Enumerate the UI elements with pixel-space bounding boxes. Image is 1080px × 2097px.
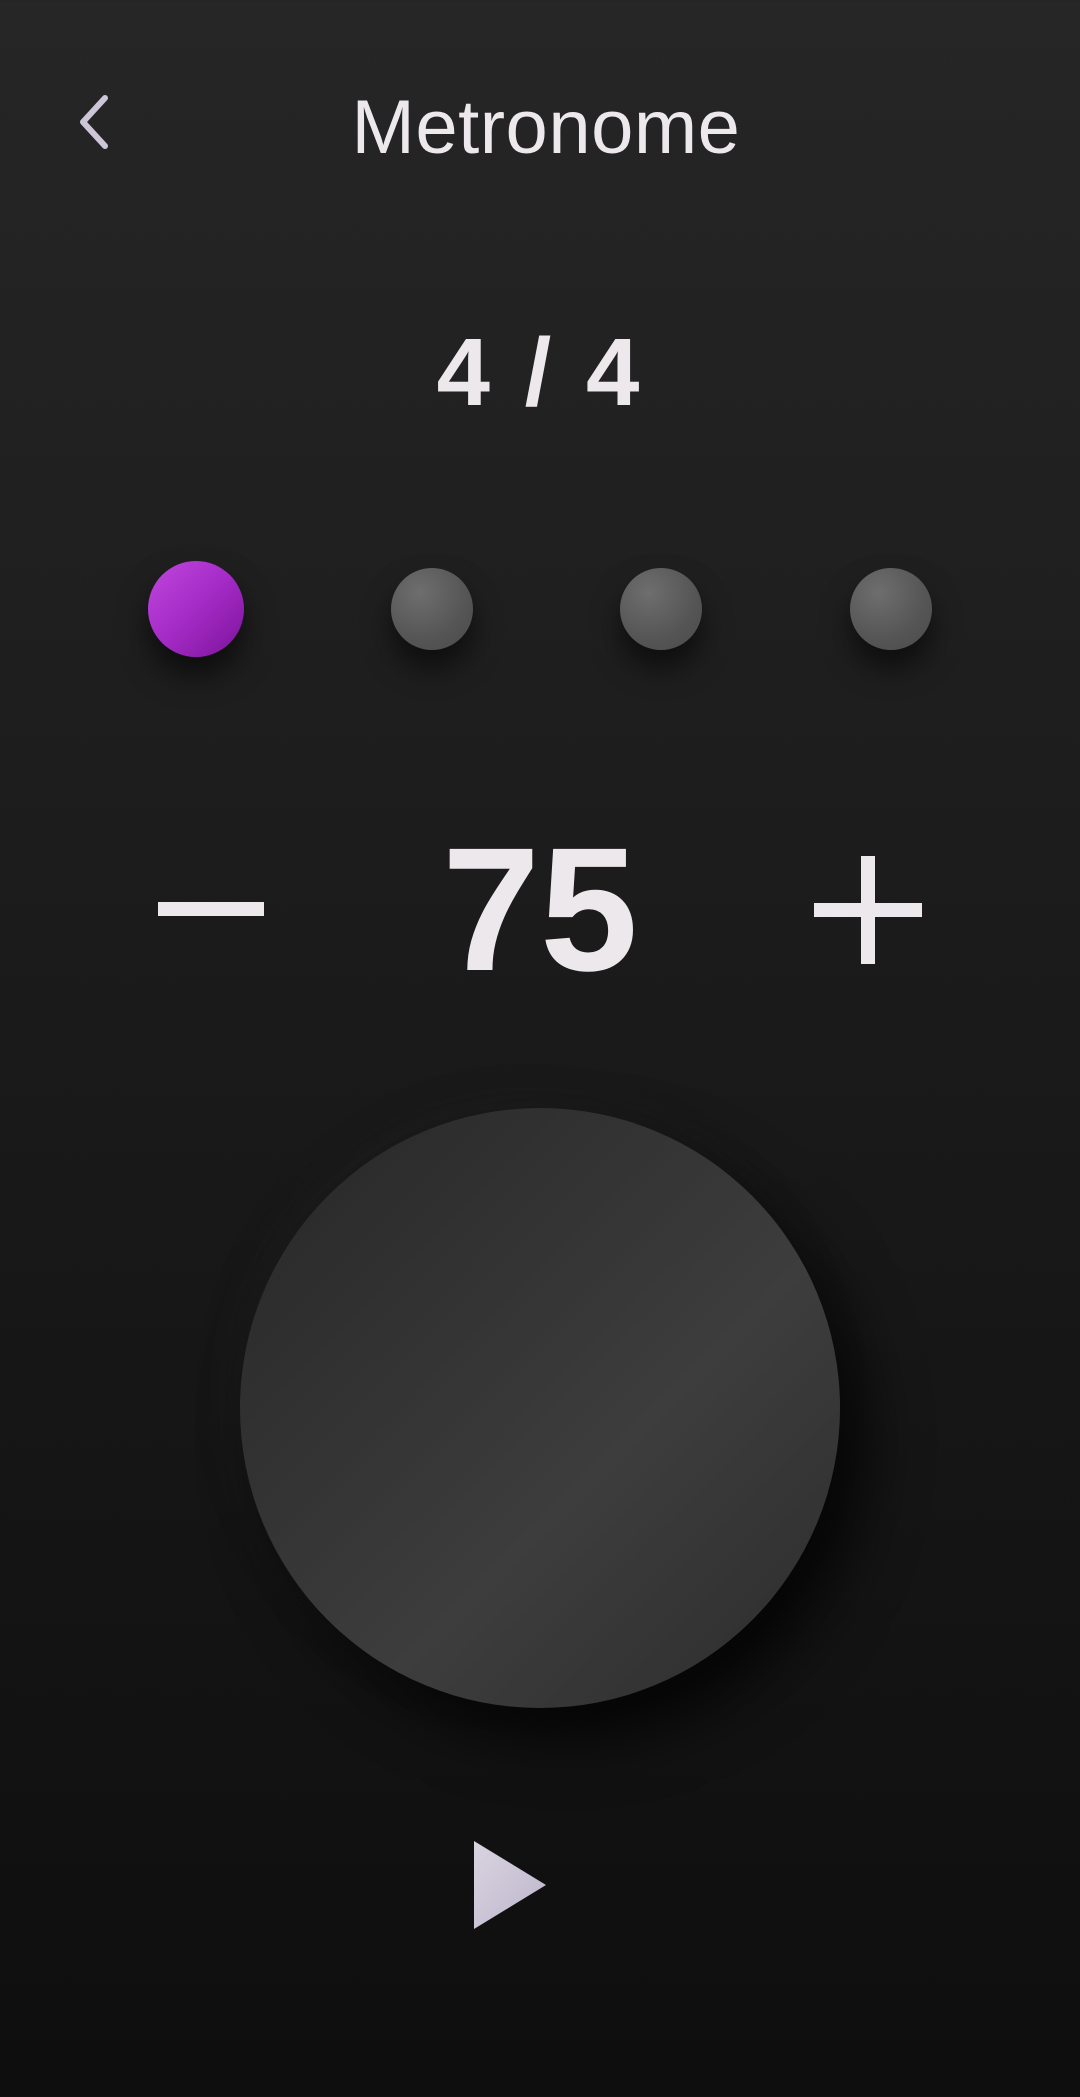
bpm-value: 75 bbox=[442, 812, 638, 1008]
play-icon bbox=[474, 1841, 546, 1929]
increase-tempo-button[interactable] bbox=[810, 850, 930, 970]
beat-indicator-active bbox=[148, 561, 244, 657]
decrease-tempo-button[interactable] bbox=[150, 850, 270, 970]
play-button[interactable] bbox=[460, 1830, 560, 1940]
page-title: Metronome bbox=[351, 85, 741, 170]
time-signature-selector[interactable]: 4 / 4 bbox=[0, 318, 1080, 428]
beat-indicator bbox=[620, 568, 702, 650]
tempo-control: 75 bbox=[0, 820, 1080, 1000]
beat-indicator-row bbox=[0, 560, 1080, 660]
beat-indicator bbox=[850, 568, 932, 650]
app-header: Metronome bbox=[0, 0, 1080, 260]
beat-indicator bbox=[391, 568, 473, 650]
tempo-dial[interactable] bbox=[240, 1108, 840, 1708]
